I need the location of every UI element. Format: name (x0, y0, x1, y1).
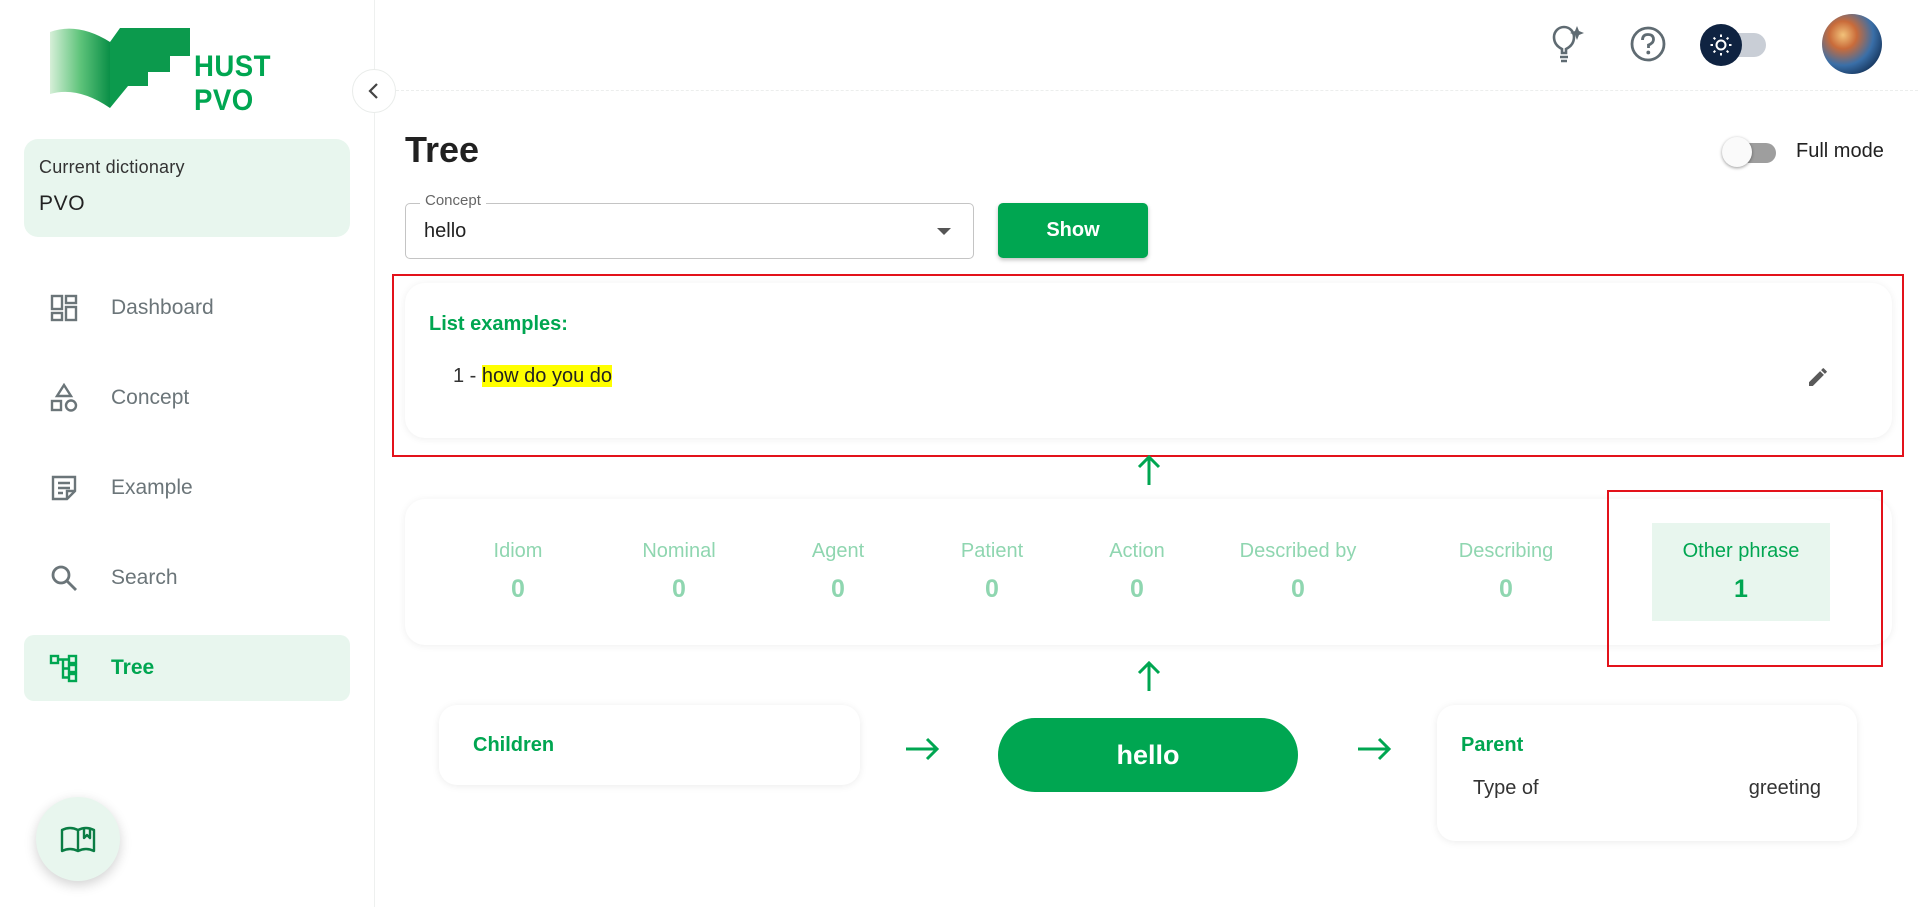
full-mode-switch-knob (1722, 137, 1752, 167)
stat-count: 0 (672, 575, 686, 603)
concept-select-value: hello (424, 220, 467, 242)
lightbulb-icon[interactable] (1544, 22, 1588, 66)
stat-count: 0 (1130, 575, 1144, 603)
stat-action[interactable]: Action 0 (1048, 523, 1226, 621)
examples-highlight-box (392, 274, 1904, 457)
sidebar-item-tree[interactable]: Tree (24, 635, 350, 701)
current-dictionary-card[interactable]: Current dictionary PVO (24, 139, 350, 237)
current-dictionary-label: Current dictionary (39, 157, 185, 177)
stat-count: 0 (511, 575, 525, 603)
help-icon[interactable] (1626, 22, 1670, 66)
arrow-up-icon (1134, 452, 1164, 488)
sidebar-item-label: Search (111, 566, 178, 589)
stat-count: 0 (1291, 575, 1305, 603)
chevron-left-icon (368, 83, 378, 99)
concept-select-label: Concept (420, 192, 486, 209)
sidebar-nav: Dashboard Concept Example Search Tree (24, 275, 350, 725)
sidebar-item-label: Example (111, 476, 193, 499)
logo-book-icon (50, 28, 190, 108)
stat-nominal[interactable]: Nominal 0 (590, 523, 768, 621)
sidebar-item-concept[interactable]: Concept (24, 365, 350, 431)
current-concept-node[interactable]: hello (998, 718, 1298, 792)
stat-count: 0 (1499, 575, 1513, 603)
theme-toggle[interactable] (1700, 24, 1768, 66)
avatar[interactable] (1822, 14, 1882, 74)
sidebar-item-label: Tree (111, 656, 155, 679)
full-mode-label: Full mode (1796, 139, 1884, 162)
sidebar-item-dashboard[interactable]: Dashboard (24, 275, 350, 341)
sidebar-item-label: Concept (111, 386, 190, 409)
parent-value[interactable]: greeting (1749, 777, 1821, 800)
parent-card[interactable]: Parent Type of greeting (1437, 705, 1857, 841)
parent-title: Parent (1461, 734, 1524, 756)
sidebar-item-label: Dashboard (111, 296, 214, 319)
concept-select[interactable]: Concept hello (405, 192, 974, 259)
sidebar-item-search[interactable]: Search (24, 545, 350, 611)
stat-name: Nominal (642, 540, 716, 562)
stat-describing[interactable]: Describing 0 (1417, 523, 1595, 621)
page-title: Tree (405, 129, 480, 170)
stat-agent[interactable]: Agent 0 (749, 523, 927, 621)
top-header (376, 0, 1918, 91)
caret-down-icon[interactable] (937, 228, 951, 235)
stat-name: Agent (811, 540, 865, 562)
stat-count: 0 (831, 575, 845, 603)
dashboard-icon (48, 292, 80, 324)
full-mode-toggle[interactable]: Full mode (1722, 134, 1884, 168)
collapse-sidebar-button[interactable] (352, 69, 396, 113)
stat-idiom[interactable]: Idiom 0 (429, 523, 607, 621)
stat-name: Describing (1458, 540, 1554, 562)
other-phrase-highlight-box (1607, 490, 1883, 667)
arrow-up-icon (1134, 658, 1164, 694)
arrow-right-icon (1354, 734, 1394, 764)
current-dictionary-value: PVO (39, 192, 86, 215)
children-title: Children (473, 734, 555, 756)
theme-toggle-knob (1700, 24, 1742, 66)
sidebar-item-example[interactable]: Example (24, 455, 350, 521)
parent-relation: Type of (1473, 777, 1539, 799)
sidebar: HUST PVO Current dictionary PVO Dashboar… (0, 0, 396, 907)
stat-name: Idiom (493, 540, 543, 562)
tree-icon (48, 652, 80, 684)
hust-pvo-logo[interactable]: HUST PVO (48, 24, 338, 117)
search-icon (48, 562, 80, 594)
logo-text: HUST PVO (194, 50, 271, 117)
stat-name: Described by (1239, 540, 1357, 562)
stat-described-by[interactable]: Described by 0 (1209, 523, 1387, 621)
children-card[interactable]: Children (439, 705, 860, 785)
sun-icon (1710, 34, 1732, 56)
show-button[interactable]: Show (998, 203, 1148, 258)
book-icon (60, 826, 96, 853)
stat-name: Action (1109, 540, 1165, 562)
shapes-icon (48, 382, 80, 414)
arrow-right-icon (902, 734, 942, 764)
full-mode-switch[interactable] (1722, 134, 1782, 168)
dictionary-book-button[interactable] (36, 797, 120, 881)
note-icon (48, 472, 80, 504)
